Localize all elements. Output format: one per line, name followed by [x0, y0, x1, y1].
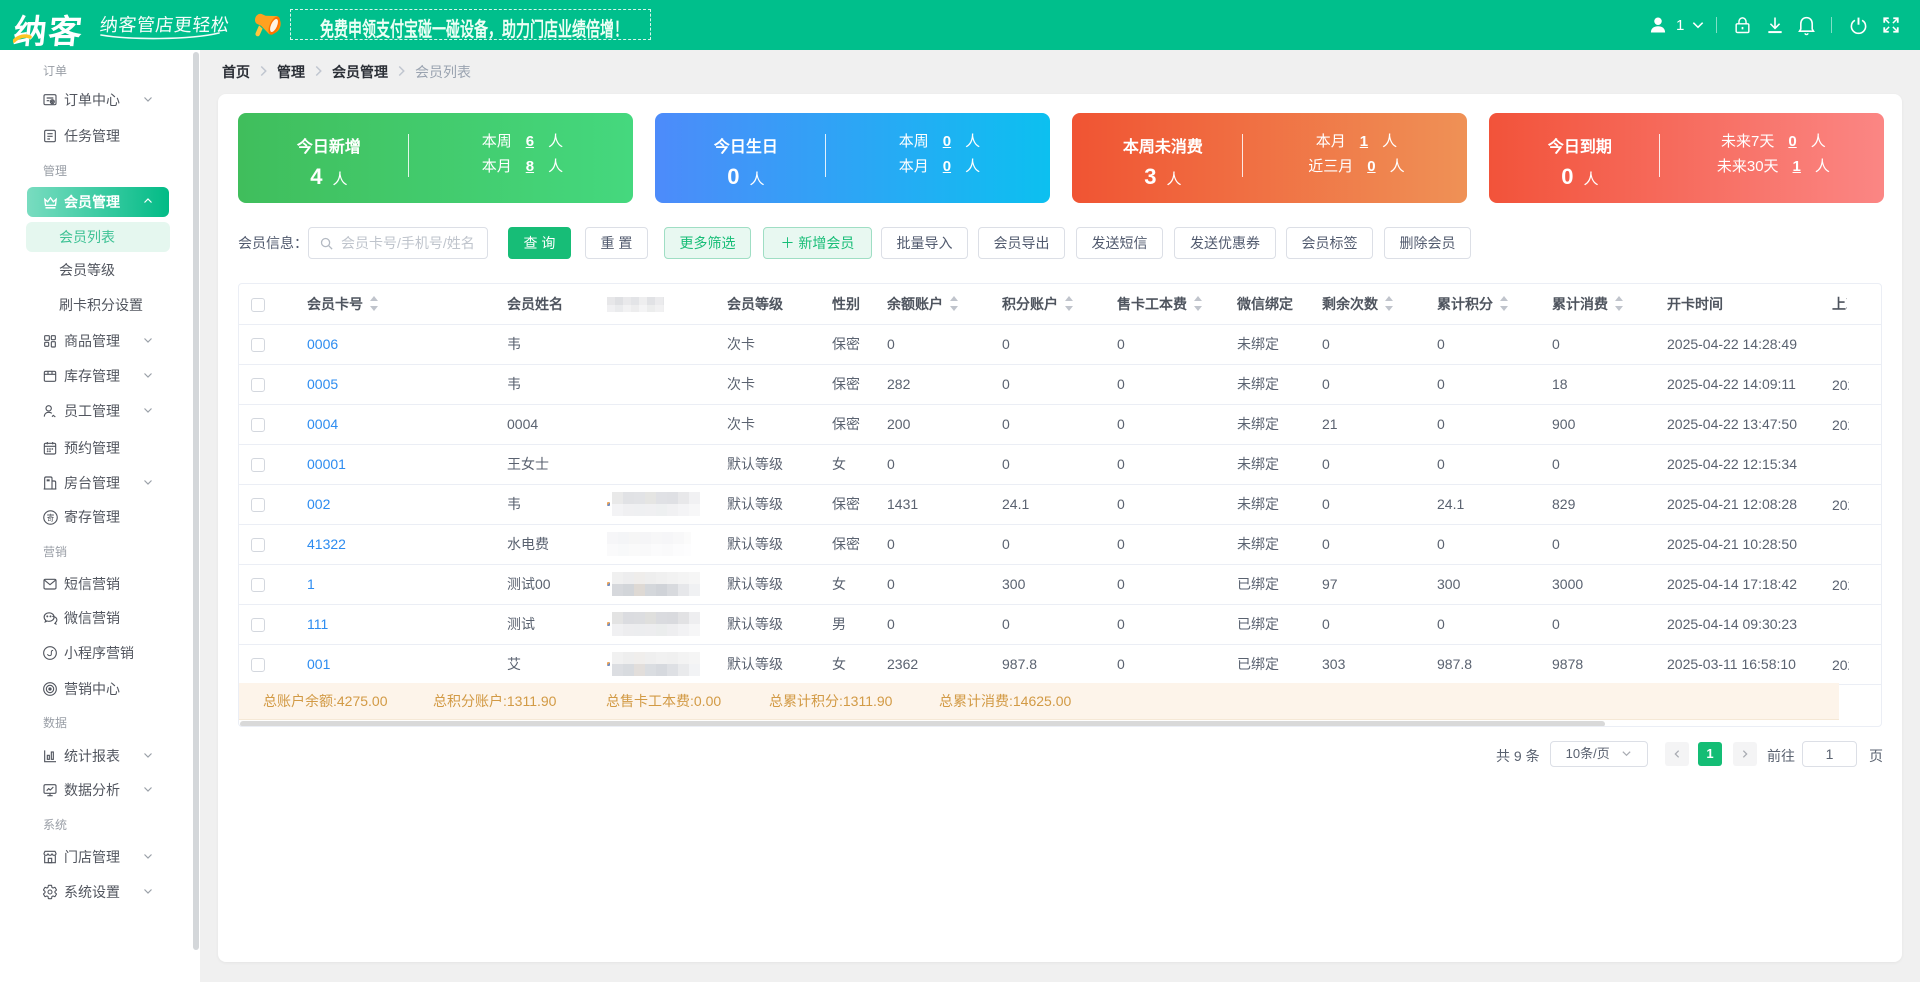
svg-text:寄: 寄: [47, 512, 55, 522]
